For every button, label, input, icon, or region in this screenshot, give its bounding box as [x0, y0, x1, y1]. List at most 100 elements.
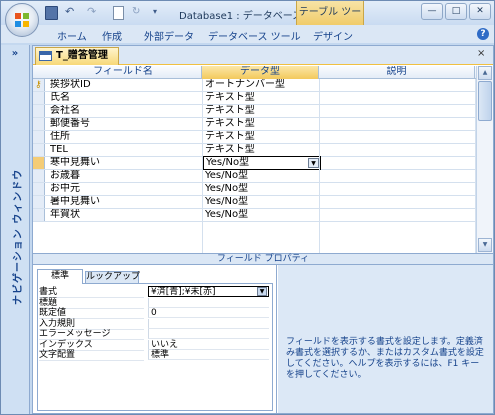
office-logo-icon — [15, 13, 29, 27]
minimize-button[interactable]: — — [421, 3, 443, 20]
tab-standard[interactable]: 標準 — [37, 269, 83, 284]
data-type-value: Yes/No型 — [205, 196, 249, 207]
property-row: 入力規則 — [37, 318, 269, 330]
row-selector[interactable] — [33, 144, 45, 156]
undo-icon[interactable]: ↶ — [65, 6, 79, 20]
row-selector[interactable] — [33, 183, 45, 195]
tab-create[interactable]: 作成 — [102, 28, 122, 43]
field-name-cell[interactable]: 郵便番号 — [50, 118, 200, 130]
grid-divider — [319, 79, 320, 253]
field-name-cell[interactable]: 年賀状 — [50, 209, 200, 221]
document-tab-t-zoutou[interactable]: T_贈答管理 — [35, 47, 119, 65]
field-name-cell[interactable]: お中元 — [50, 183, 200, 195]
field-name-cell[interactable]: 寒中見舞い — [50, 157, 200, 169]
nav-pane-toggle-button[interactable]: » — [1, 45, 29, 65]
navigation-pane: » ナビゲーション ウィンドウ — [1, 45, 30, 414]
data-type-value: Yes/No型 — [206, 157, 250, 168]
table-row[interactable]: 住所 テキスト型 — [33, 131, 475, 144]
scroll-thumb[interactable] — [478, 81, 492, 121]
table-row[interactable]: お歳暮 Yes/No型 — [33, 170, 475, 183]
property-value[interactable]: 標準 — [148, 350, 269, 360]
property-label: 標題 — [39, 298, 144, 309]
tab-external-data[interactable]: 外部データ — [144, 28, 194, 43]
scroll-up-icon[interactable]: ▲ — [478, 66, 492, 80]
column-header-field-name[interactable]: フィールド名 — [45, 66, 202, 79]
property-value[interactable]: 0 — [148, 308, 269, 318]
field-name-cell[interactable]: 住所 — [50, 131, 200, 143]
refresh-icon[interactable]: ↻ — [132, 6, 146, 20]
column-header-data-type[interactable]: データ型 — [202, 66, 319, 79]
table-row[interactable]: 郵便番号 テキスト型 — [33, 118, 475, 131]
close-button[interactable]: ✕ — [469, 3, 491, 20]
help-icon[interactable]: ? — [477, 28, 489, 40]
data-type-cell[interactable]: テキスト型 — [205, 105, 317, 117]
close-document-icon[interactable]: × — [477, 48, 485, 59]
property-row: 文字配置 標準 — [37, 350, 269, 361]
tab-database-tools[interactable]: データベース ツール — [208, 28, 301, 43]
property-row: 標題 — [37, 297, 269, 309]
row-selector[interactable] — [33, 209, 45, 221]
field-name-cell[interactable]: 氏名 — [50, 92, 200, 104]
redo-icon[interactable]: ↷ — [87, 6, 101, 20]
field-properties-bar: フィールド プロパティ — [33, 253, 493, 265]
data-type-cell[interactable]: テキスト型 — [205, 131, 317, 143]
row-selector[interactable] — [33, 157, 45, 169]
tab-design[interactable]: デザイン — [313, 28, 353, 43]
property-value-text: 標準 — [151, 350, 170, 360]
table-row[interactable]: ⚷ 挨拶状ID オートナンバー型 — [33, 79, 475, 92]
property-value[interactable]: ¥済[青];¥未[赤] ▼ — [148, 286, 269, 297]
property-value[interactable] — [148, 318, 269, 329]
tab-home[interactable]: ホーム — [57, 28, 87, 43]
qat-customize-icon[interactable]: ▾ — [153, 6, 163, 20]
scroll-down-icon[interactable]: ▼ — [478, 238, 492, 252]
row-selector[interactable] — [33, 92, 45, 104]
data-type-cell[interactable]: Yes/No型 ▼ — [203, 156, 321, 170]
chevron-down-icon[interactable]: ▼ — [257, 287, 267, 296]
data-type-cell[interactable]: Yes/No型 — [205, 209, 317, 221]
maximize-button[interactable]: □ — [445, 3, 467, 20]
property-value[interactable] — [148, 329, 269, 339]
property-help-text: フィールドを表示する書式を設定します。定義済み書式を選択するか、またはカスタム書… — [286, 337, 484, 380]
save-icon[interactable] — [45, 6, 58, 20]
data-type-value: テキスト型 — [205, 118, 255, 129]
vertical-scrollbar[interactable]: ▲ ▼ — [476, 66, 493, 253]
column-header-description[interactable]: 説明 — [319, 66, 475, 79]
table-row[interactable]: 寒中見舞い Yes/No型 ▼ — [33, 156, 475, 170]
field-name-cell[interactable]: 暑中見舞い — [50, 196, 200, 208]
data-type-cell[interactable]: Yes/No型 — [205, 170, 317, 182]
new-document-icon[interactable] — [113, 6, 124, 20]
data-type-cell[interactable]: Yes/No型 — [205, 183, 317, 195]
row-selector[interactable] — [33, 170, 45, 182]
data-type-cell[interactable]: テキスト型 — [205, 118, 317, 130]
field-name-cell[interactable]: 挨拶状ID — [50, 79, 200, 91]
row-selector[interactable] — [33, 118, 45, 130]
row-selector[interactable] — [33, 196, 45, 208]
property-label: インデックス — [39, 340, 144, 351]
table-row[interactable]: 氏名 テキスト型 — [33, 92, 475, 105]
ribbon-tab-bar: ホーム 作成 外部データ データベース ツール デザイン ? — [1, 25, 494, 43]
row-selector[interactable] — [33, 105, 45, 117]
table-row[interactable]: 年賀状 Yes/No型 — [33, 209, 475, 222]
row-selector[interactable] — [33, 131, 45, 143]
table-row[interactable]: 会社名 テキスト型 — [33, 105, 475, 118]
tab-lookup[interactable]: ルックアップ — [85, 271, 140, 283]
table-row[interactable]: 暑中見舞い Yes/No型 — [33, 196, 475, 209]
access-window: ↶ ↷ ↻ ▾ Database1 : データベース ... テーブル ツール … — [0, 0, 495, 415]
property-value-text: 0 — [151, 308, 157, 318]
property-row: インデックス いいえ — [37, 339, 269, 351]
data-type-cell[interactable]: テキスト型 — [205, 144, 317, 156]
property-value[interactable]: いいえ — [148, 339, 269, 350]
field-name-cell[interactable]: お歳暮 — [50, 170, 200, 182]
chevron-down-icon[interactable]: ▼ — [308, 158, 319, 168]
table-row[interactable]: お中元 Yes/No型 — [33, 183, 475, 196]
nav-pane-label[interactable]: ナビゲーション ウィンドウ — [9, 165, 24, 305]
office-button[interactable] — [5, 3, 39, 37]
data-type-cell[interactable]: テキスト型 — [205, 92, 317, 104]
row-selector[interactable]: ⚷ — [33, 79, 45, 91]
field-name-cell[interactable]: 会社名 — [50, 105, 200, 117]
property-value[interactable] — [148, 297, 269, 308]
field-name-cell[interactable]: TEL — [50, 144, 200, 156]
table-design-document: T_贈答管理 × フィールド名 データ型 説明 ⚷ 挨拶状ID オートナンバー型 氏名… — [32, 45, 494, 414]
data-type-cell[interactable]: Yes/No型 — [205, 196, 317, 208]
data-type-cell[interactable]: オートナンバー型 — [205, 79, 317, 91]
